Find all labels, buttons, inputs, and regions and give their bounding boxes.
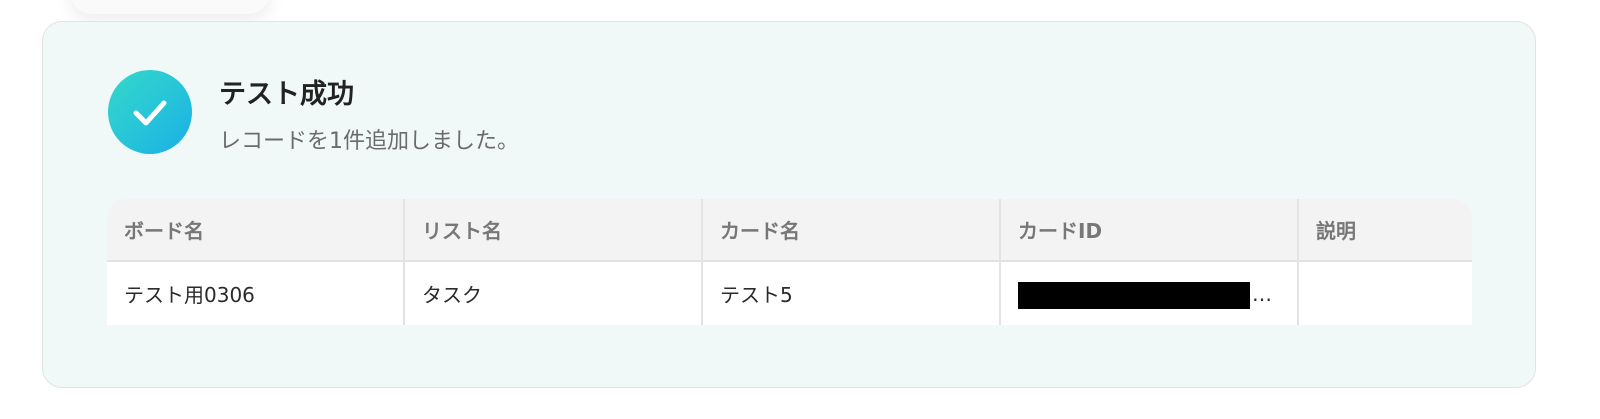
cell-card-name: テスト5 bbox=[703, 262, 1001, 325]
redaction-bar bbox=[1018, 282, 1250, 309]
test-result-card: テスト成功 レコードを1件追加しました。 ボード名 リスト名 カード名 カードI… bbox=[42, 21, 1536, 388]
column-header-card-name: カード名 bbox=[703, 199, 1001, 262]
cell-description bbox=[1299, 262, 1472, 325]
column-header-list-name: リスト名 bbox=[405, 199, 703, 262]
cell-board-name: テスト用0306 bbox=[107, 262, 405, 325]
check-mark-icon bbox=[133, 100, 167, 126]
check-circle-icon bbox=[108, 70, 192, 154]
column-header-board-name: ボード名 bbox=[107, 199, 405, 262]
record-table: ボード名 リスト名 カード名 カードID 説明 テスト用0306 タスク テスト… bbox=[107, 199, 1472, 325]
truncation-ellipsis: … bbox=[1252, 281, 1272, 306]
column-header-card-id: カードID bbox=[1001, 199, 1299, 262]
cell-list-name: タスク bbox=[405, 262, 703, 325]
result-title: テスト成功 bbox=[219, 79, 354, 110]
page: テスト成功 レコードを1件追加しました。 ボード名 リスト名 カード名 カードI… bbox=[0, 0, 1600, 419]
redacted-card-id: … bbox=[1018, 262, 1297, 325]
column-header-description: 説明 bbox=[1299, 199, 1472, 262]
result-message: レコードを1件追加しました。 bbox=[219, 129, 519, 154]
cell-card-id: … bbox=[1001, 262, 1299, 325]
floating-element-shadow bbox=[70, 0, 270, 14]
